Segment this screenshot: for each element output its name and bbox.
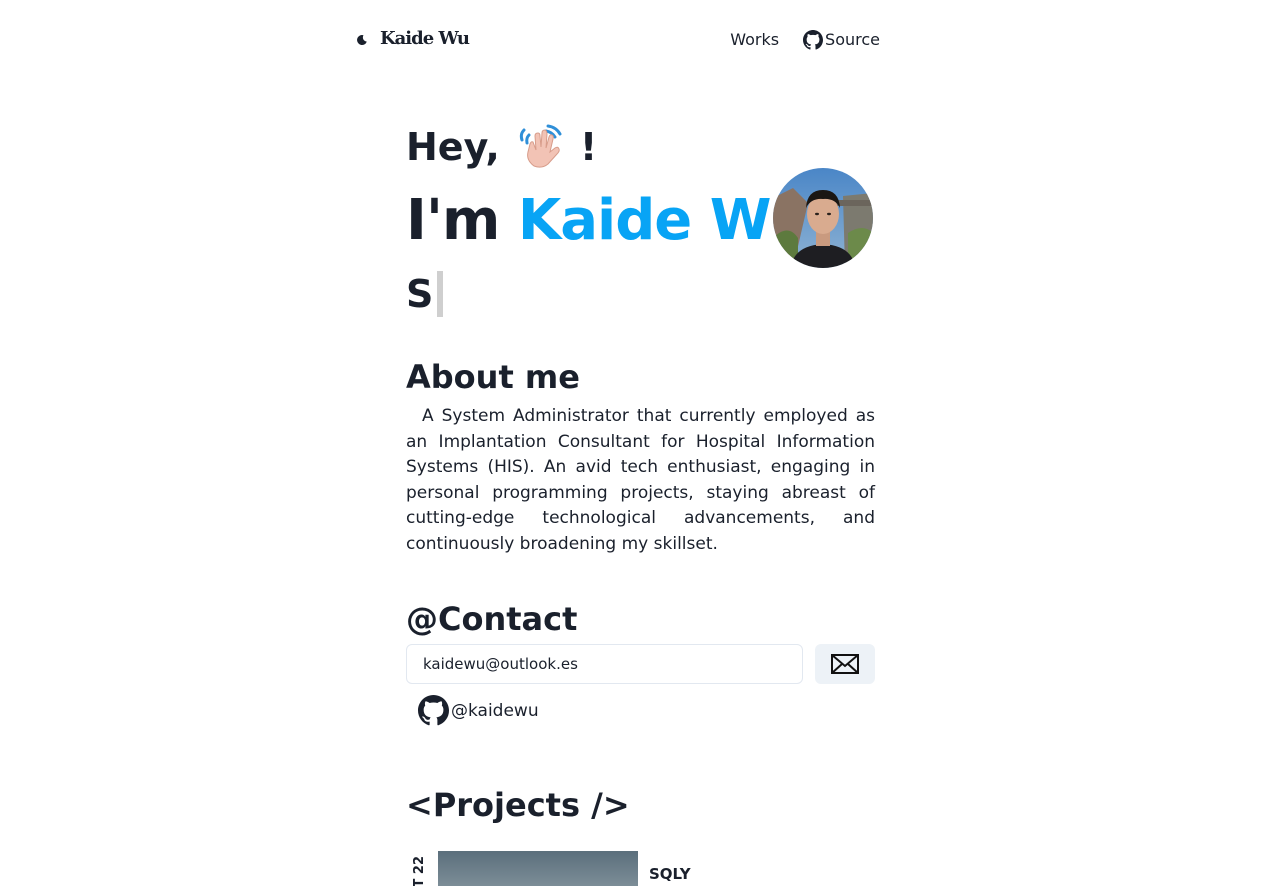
nav-source-label: Source <box>825 30 880 49</box>
envelope-icon <box>831 654 859 674</box>
greeting-prefix: Hey, <box>406 125 500 169</box>
project-thumbnail[interactable] <box>438 851 638 886</box>
contact-heading: @Contact <box>406 600 578 638</box>
avatar-photo <box>773 168 873 268</box>
logo-text: Kaide Wu <box>380 28 470 49</box>
github-handle: @kaidewu <box>451 700 539 721</box>
github-icon <box>803 30 824 50</box>
about-heading: About me <box>406 358 580 396</box>
typewriter-cursor <box>437 271 444 317</box>
greeting-suffix: ! <box>579 125 598 169</box>
greeting: Hey, ! <box>406 123 597 171</box>
logo-link[interactable]: Kaide Wu <box>356 26 470 52</box>
intro-heading: I'm Kaide Wu <box>406 188 811 254</box>
typewriter-text: S <box>406 270 444 318</box>
projects-heading: <Projects /> <box>406 786 630 824</box>
github-profile-link[interactable]: @kaidewu <box>418 695 539 726</box>
nav-works-link[interactable]: Works <box>730 29 779 51</box>
avatar <box>773 168 873 268</box>
intro-name: Kaide Wu <box>517 188 811 253</box>
nav-source-link[interactable]: Source <box>803 29 880 51</box>
project-date-label: OCT 22 <box>412 856 427 886</box>
top-navbar: Kaide Wu Works Source <box>356 26 880 56</box>
project-date: OCT 22 <box>410 856 432 886</box>
github-icon <box>418 695 449 726</box>
intro-prefix: I'm <box>406 188 500 253</box>
about-paragraph: A System Administrator that currently em… <box>406 406 875 554</box>
nav-works-label: Works <box>730 30 780 49</box>
email-field[interactable] <box>406 644 803 684</box>
moon-logo-icon <box>357 34 367 45</box>
nav-links: Works Source <box>730 29 880 51</box>
waving-hand-icon <box>519 124 562 168</box>
send-email-button[interactable] <box>815 644 875 684</box>
project-title[interactable]: SQLY <box>649 864 691 884</box>
typewriter-value: S <box>406 272 434 316</box>
